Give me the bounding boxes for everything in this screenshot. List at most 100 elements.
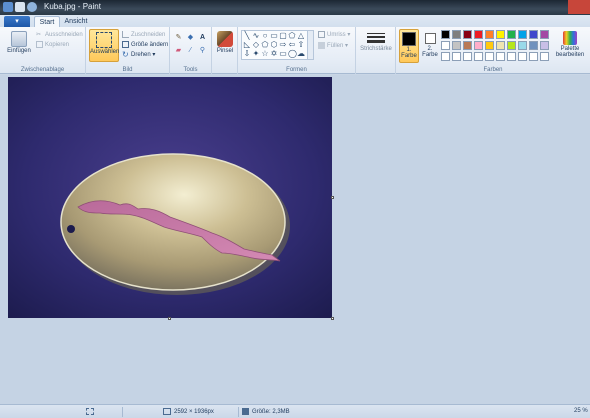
outline-button[interactable]: Umriss ▾ [318,30,350,39]
color-swatch[interactable] [441,41,450,50]
eraser-icon[interactable]: ▰ [174,46,183,55]
canvas-workspace[interactable] [0,75,590,404]
fill-bucket-icon[interactable]: ◆ [186,33,195,42]
color2-button[interactable]: 2. Farbe [421,29,439,63]
shapes-gallery[interactable]: ╲ ∿ ○ ▭ ▢ ⬠ △ ◺ ◇ ⬠ ⬡ ⇨ ⇦ ⇧ ⇩ ✦ ☆ ✡ ▭ ◯ … [241,30,314,60]
undo-icon[interactable] [27,2,37,12]
hexagon-shape-icon[interactable]: ⬡ [270,41,278,49]
stroke-label: Strichstärke [360,46,392,52]
cut-label: Ausschneiden [45,31,83,38]
left-arrow-shape-icon[interactable]: ⇦ [288,41,296,49]
app-menu-button[interactable]: ▾ [4,16,30,27]
color1-label: 1. Farbe [401,47,417,59]
scissors-icon: ✂ [36,32,42,38]
close-button[interactable] [568,0,590,14]
color-swatch[interactable] [507,52,516,61]
copy-button[interactable]: Kopieren [36,40,69,49]
fill-button[interactable]: Füllen ▾ [318,41,348,50]
color-swatch[interactable] [496,41,505,50]
callout-shape-icon[interactable]: ▭ [279,50,287,58]
rotate-icon: ↻ [122,50,129,59]
resize-handle-corner[interactable] [331,317,334,320]
stroke-button[interactable]: Strichstärke [359,29,393,52]
color-swatch[interactable] [463,52,472,61]
save-icon[interactable] [15,2,25,12]
line-shape-icon[interactable]: ╲ [243,32,251,40]
app-menu-label: ▾ [15,18,19,25]
select-button[interactable]: Auswählen [89,29,119,62]
four-point-star-shape-icon[interactable]: ✦ [252,50,260,58]
brushes-button[interactable]: Pinsel [214,29,236,54]
up-arrow-shape-icon[interactable]: ⇧ [297,41,305,49]
color-swatch[interactable] [474,52,483,61]
color-swatch[interactable] [463,30,472,39]
oval-shape-icon[interactable]: ○ [261,32,269,40]
color-swatch[interactable] [452,30,461,39]
shapes-scrollbar[interactable] [307,31,313,59]
rounded-rectangle-shape-icon[interactable]: ▢ [279,32,287,40]
right-arrow-shape-icon[interactable]: ⇨ [279,41,287,49]
resize-handle-right[interactable] [331,196,334,199]
tab-ansicht[interactable]: Ansicht [62,16,90,27]
cloud-callout-shape-icon[interactable]: ☁ [297,50,305,58]
color-swatch[interactable] [518,41,527,50]
color-swatch[interactable] [452,52,461,61]
color-swatch[interactable] [463,41,472,50]
right-triangle-shape-icon[interactable]: ◺ [243,41,251,49]
edit-colors-button[interactable]: Palette bearbeiten [554,29,586,58]
color-picker-icon[interactable]: ⁄ [186,46,195,55]
minimize-button[interactable] [524,0,546,14]
resize-button[interactable]: Größe ändern [122,40,168,49]
triangle-shape-icon[interactable]: △ [297,32,305,40]
color-swatch[interactable] [485,52,494,61]
color-swatch[interactable] [507,41,516,50]
resize-handle-bottom[interactable] [168,317,171,320]
color-swatch[interactable] [441,30,450,39]
color-swatch[interactable] [485,41,494,50]
color-swatch[interactable] [518,52,527,61]
cut-button[interactable]: ✂ Ausschneiden [36,30,83,39]
polygon-shape-icon[interactable]: ⬠ [288,32,296,40]
down-arrow-shape-icon[interactable]: ⇩ [243,50,251,58]
color-swatch[interactable] [529,52,538,61]
color-swatch[interactable] [540,30,549,39]
rectangle-shape-icon[interactable]: ▭ [270,32,278,40]
group-label-clipboard: Zwischenablage [20,67,65,73]
color1-button[interactable]: 1. Farbe [399,29,419,63]
color-swatch[interactable] [452,41,461,50]
pencil-icon[interactable]: ✎ [174,33,183,42]
crop-button[interactable]: Zuschneiden [122,30,165,39]
window-title: Kuba.jpg - Paint [44,2,101,11]
diamond-shape-icon[interactable]: ◇ [252,41,260,49]
text-icon[interactable]: A [198,33,207,42]
rotate-button[interactable]: ↻ Drehen ▾ [122,50,155,59]
color-swatch[interactable] [518,30,527,39]
dimensions-icon [163,408,171,415]
canvas-image[interactable] [8,77,332,318]
color-swatch[interactable] [540,41,549,50]
color-swatch[interactable] [529,41,538,50]
zoom-level[interactable]: 25 % [574,408,588,414]
oval-callout-shape-icon[interactable]: ◯ [288,50,297,58]
paint-app-icon[interactable] [3,2,13,12]
color-swatch[interactable] [474,41,483,50]
color-swatch[interactable] [485,30,494,39]
color-swatch[interactable] [540,52,549,61]
pentagon-shape-icon[interactable]: ⬠ [261,41,269,49]
color-swatch[interactable] [529,30,538,39]
six-point-star-shape-icon[interactable]: ✡ [270,50,278,58]
color-swatch[interactable] [441,52,450,61]
paste-button[interactable]: Einfügen [4,29,34,54]
color-swatch[interactable] [496,30,505,39]
five-point-star-shape-icon[interactable]: ☆ [261,50,269,58]
curve-shape-icon[interactable]: ∿ [252,32,260,40]
magnifier-icon[interactable]: ⚲ [198,46,207,55]
disk-icon [242,408,249,415]
maximize-button[interactable] [546,0,568,14]
color-swatch[interactable] [474,30,483,39]
group-brushes: Pinsel [212,27,238,74]
color-swatch[interactable] [507,30,516,39]
color-swatch[interactable] [496,52,505,61]
selection-icon [86,408,94,415]
tab-start[interactable]: Start [34,16,60,27]
